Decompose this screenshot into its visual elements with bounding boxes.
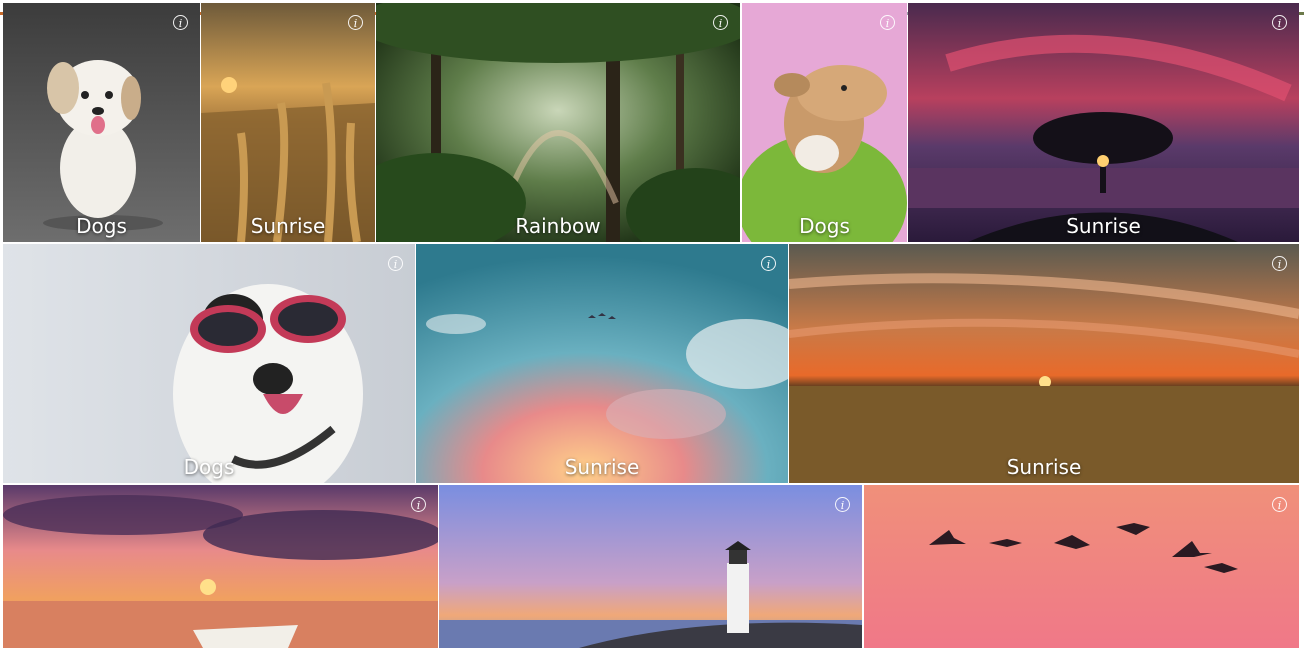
photo-image: [864, 485, 1299, 648]
tile-caption: Sunrise: [1066, 214, 1141, 238]
info-icon[interactable]: i: [835, 497, 850, 512]
photo-tile-field-sunset[interactable]: i Sunrise: [789, 244, 1299, 483]
tile-caption: Sunrise: [250, 214, 326, 238]
photo-image: [439, 485, 862, 648]
tile-caption: Sunrise: [1006, 455, 1082, 479]
info-icon[interactable]: i: [1272, 256, 1287, 271]
info-icon[interactable]: i: [173, 15, 188, 30]
photo-tile-boat-sunset[interactable]: i: [3, 485, 438, 648]
photo-tile-sky-sunrise[interactable]: i Sunrise: [416, 244, 788, 483]
photo-image: [742, 3, 907, 242]
info-icon[interactable]: i: [348, 15, 363, 30]
photo-tile-lighthouse[interactable]: i: [439, 485, 862, 648]
photo-tile-tree-sunset[interactable]: i Sunrise: [908, 3, 1299, 242]
tile-caption: Dogs: [183, 455, 235, 479]
photo-image: [376, 3, 740, 242]
info-icon[interactable]: i: [713, 15, 728, 30]
info-icon[interactable]: i: [388, 256, 403, 271]
photo-image: [3, 485, 438, 648]
info-icon[interactable]: i: [1272, 497, 1287, 512]
photo-image: [3, 244, 415, 483]
tile-caption: Dogs: [76, 214, 127, 238]
photo-image: [789, 244, 1299, 483]
info-icon[interactable]: i: [411, 497, 426, 512]
photo-tile-birds-pink[interactable]: i: [864, 485, 1299, 648]
photo-tile-wheat-sunrise[interactable]: i Sunrise: [201, 3, 375, 242]
photo-image: [908, 3, 1299, 242]
tile-caption: Sunrise: [564, 455, 640, 479]
info-icon[interactable]: i: [880, 15, 895, 30]
photo-image: [3, 3, 200, 242]
tile-caption: Rainbow: [515, 214, 601, 238]
tile-caption: Dogs: [799, 214, 850, 238]
photo-tile-dog-white[interactable]: i Dogs: [3, 3, 200, 242]
info-icon[interactable]: i: [761, 256, 776, 271]
photo-tile-dog-sunglasses[interactable]: i Dogs: [3, 244, 415, 483]
info-icon[interactable]: i: [1272, 15, 1287, 30]
photo-image: [416, 244, 788, 483]
photo-image: [201, 3, 375, 242]
photo-tile-rainbow-forest[interactable]: i Rainbow: [376, 3, 740, 242]
photo-tile-dog-green-coat[interactable]: i Dogs: [742, 3, 907, 242]
